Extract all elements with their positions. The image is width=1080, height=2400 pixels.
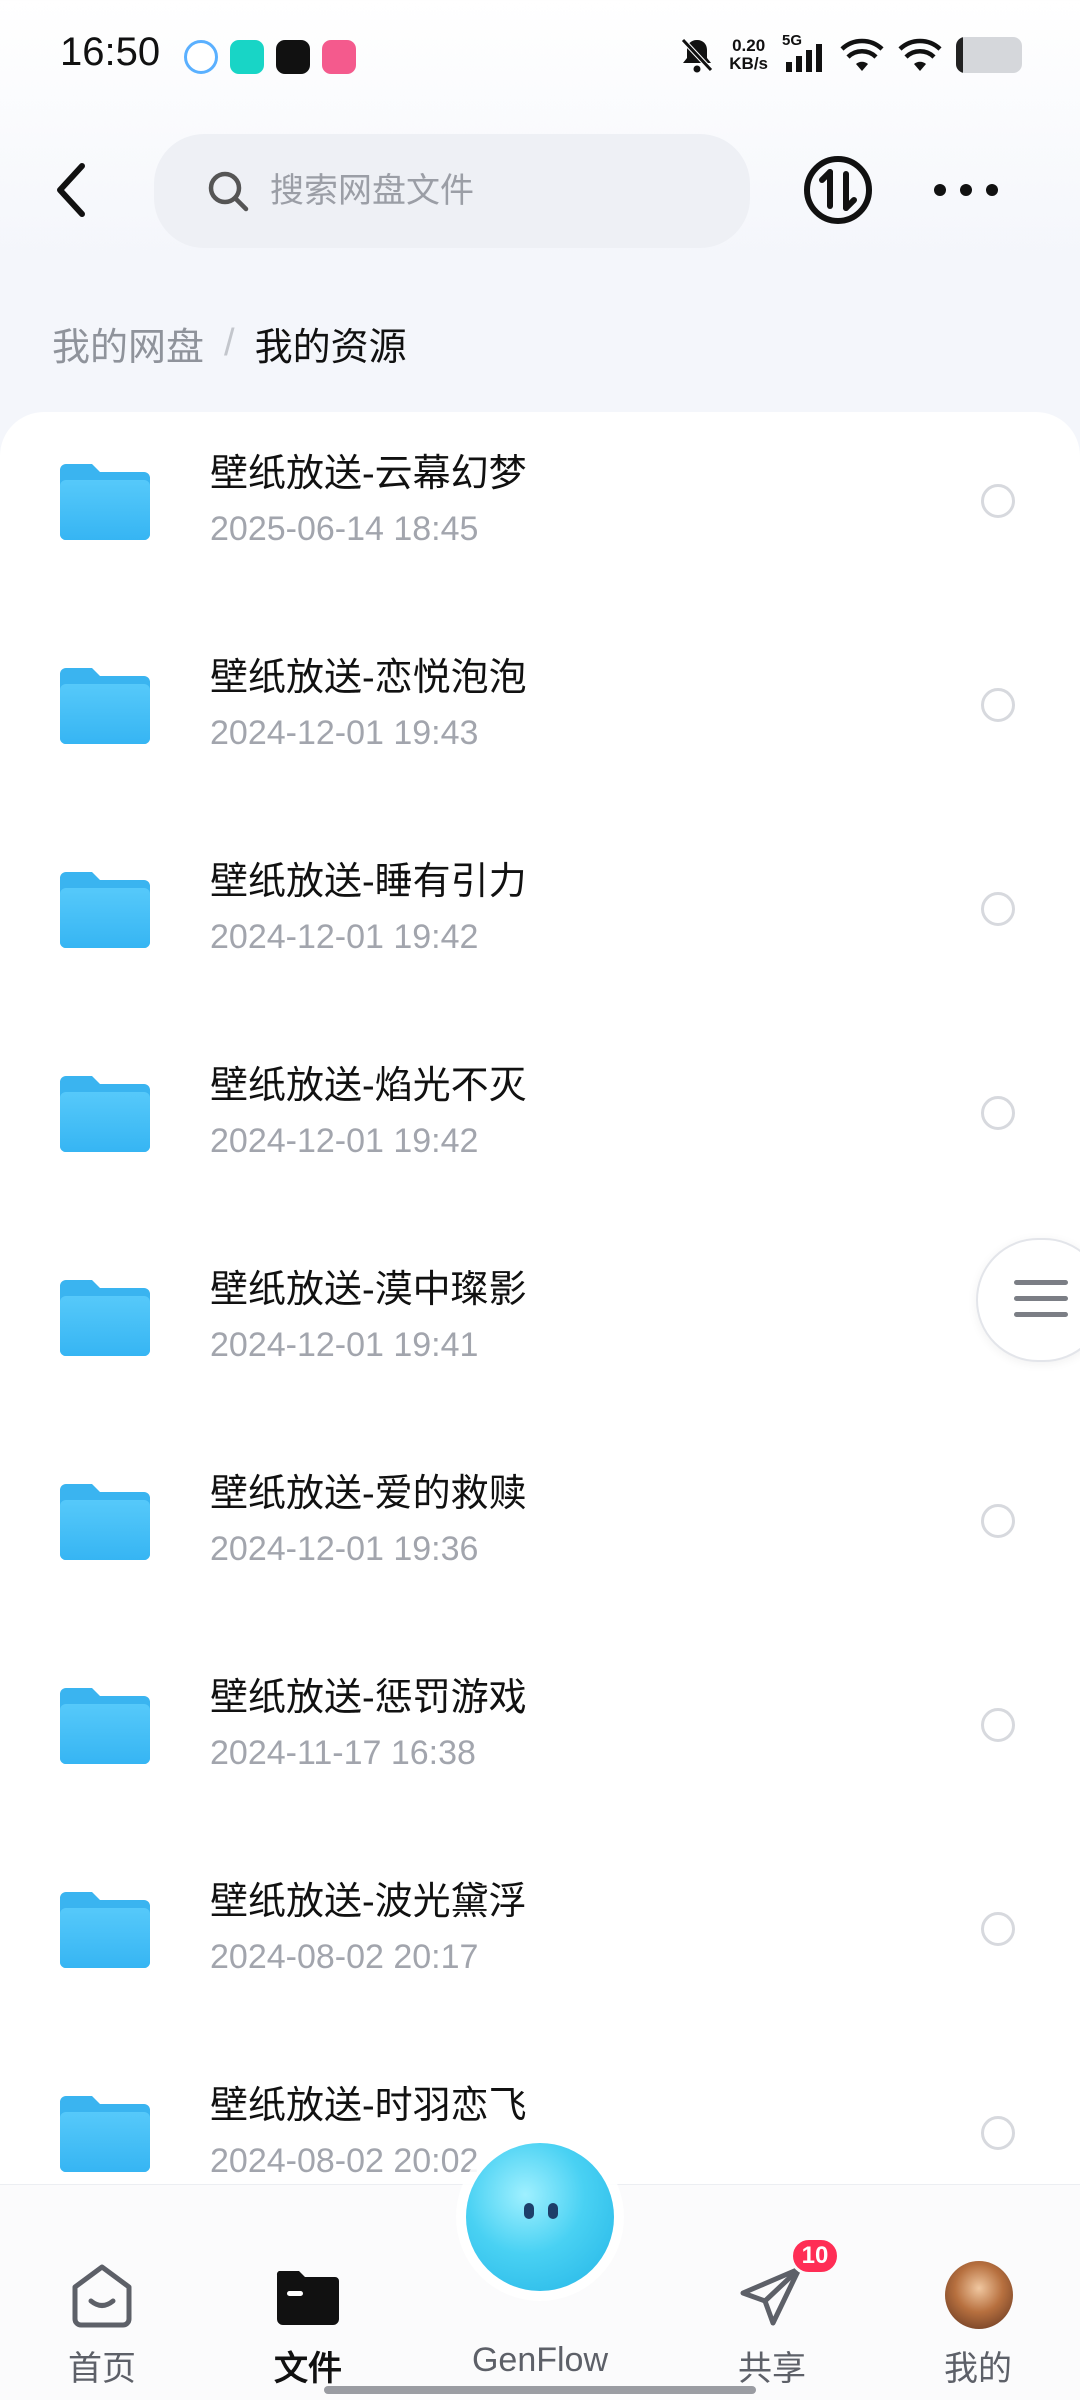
file-name: 壁纸放送-波光黛浮 xyxy=(210,1881,527,1923)
more-dot-icon xyxy=(960,184,972,196)
wifi-icon xyxy=(840,38,884,71)
folder-icon xyxy=(60,668,150,744)
notification-icons xyxy=(184,40,356,74)
bilibili-app-icon xyxy=(322,40,356,74)
select-checkbox[interactable] xyxy=(981,1096,1015,1130)
transfer-arrows-icon xyxy=(804,156,872,224)
search-box[interactable] xyxy=(154,134,750,248)
send-plane-icon xyxy=(740,2266,802,2326)
signal-icon xyxy=(786,44,822,72)
battery-icon xyxy=(956,37,1022,73)
folder-icon xyxy=(60,1076,150,1152)
share-badge: 10 xyxy=(790,2237,840,2275)
genflow-orb-icon xyxy=(466,2143,614,2291)
folder-filled-icon xyxy=(276,2271,339,2325)
nav-home-label: 首页 xyxy=(68,2350,136,2388)
battery-fill xyxy=(956,37,963,73)
network-indicator: 5G xyxy=(782,32,826,74)
file-name: 壁纸放送-云幕幻梦 xyxy=(210,453,527,495)
file-date: 2024-12-01 19:42 xyxy=(210,1122,479,1160)
status-bar: 16:50 0.20 KB/s 5G xyxy=(0,0,1080,120)
nav-genflow-label: GenFlow xyxy=(471,2341,609,2379)
file-date: 2024-11-17 16:38 xyxy=(210,1734,476,1772)
net-speed-unit: KB/s xyxy=(729,54,768,73)
file-name: 壁纸放送-漠中璨影 xyxy=(210,1269,527,1311)
file-list: 壁纸放送-云幕幻梦 2025-06-14 18:45 壁纸放送-恋悦泡泡 202… xyxy=(0,412,1080,2400)
file-name: 壁纸放送-恋悦泡泡 xyxy=(210,657,527,699)
file-date: 2024-08-02 20:17 xyxy=(210,1938,479,1976)
more-dot-icon xyxy=(934,184,946,196)
file-date: 2024-08-02 20:02 xyxy=(210,2142,479,2180)
net-speed: 0.20 KB/s xyxy=(729,37,768,73)
nav-share-label: 共享 xyxy=(738,2350,806,2388)
tiktok-app-icon xyxy=(276,40,310,74)
select-checkbox[interactable] xyxy=(981,688,1015,722)
breadcrumb: 我的网盘 / 我的资源 xyxy=(52,316,407,371)
file-row[interactable]: 壁纸放送-惩罚游戏 2024-11-17 16:38 xyxy=(0,1636,1080,1840)
file-row[interactable]: 壁纸放送-云幕幻梦 2025-06-14 18:45 xyxy=(0,412,1080,616)
nav-mine[interactable]: 我的 xyxy=(878,2185,1078,2388)
breadcrumb-separator: / xyxy=(224,322,235,364)
file-date: 2024-12-01 19:42 xyxy=(210,918,479,956)
search-icon xyxy=(208,171,249,212)
status-right: 0.20 KB/s 5G xyxy=(679,32,1022,74)
folder-icon xyxy=(60,1892,150,1968)
breadcrumb-root[interactable]: 我的网盘 xyxy=(52,316,204,371)
file-date: 2025-06-14 18:45 xyxy=(210,510,479,548)
select-checkbox[interactable] xyxy=(981,1708,1015,1742)
nav-mine-label: 我的 xyxy=(944,2350,1012,2388)
file-date: 2024-12-01 19:41 xyxy=(210,1326,479,1364)
file-row[interactable]: 壁纸放送-波光黛浮 2024-08-02 20:17 xyxy=(0,1840,1080,2044)
folder-icon xyxy=(60,464,150,540)
transfer-button[interactable] xyxy=(802,154,874,226)
file-name: 壁纸放送-爱的救赎 xyxy=(210,1473,527,1515)
select-checkbox[interactable] xyxy=(981,1504,1015,1538)
file-row[interactable]: 壁纸放送-爱的救赎 2024-12-01 19:36 xyxy=(0,1432,1080,1636)
file-name: 壁纸放送-焰光不灭 xyxy=(210,1065,527,1107)
more-dot-icon xyxy=(986,184,998,196)
menu-lines-icon xyxy=(1014,1280,1068,1328)
file-row[interactable]: 壁纸放送-睡有引力 2024-12-01 19:42 xyxy=(0,820,1080,1024)
file-row[interactable]: 壁纸放送-焰光不灭 2024-12-01 19:42 xyxy=(0,1024,1080,1228)
nav-genflow[interactable]: GenFlow xyxy=(440,2143,640,2385)
back-button[interactable] xyxy=(40,160,100,220)
chevron-left-icon xyxy=(57,163,85,217)
nav-files-label: 文件 xyxy=(274,2350,342,2388)
folder-icon xyxy=(60,1484,150,1560)
nav-files[interactable]: 文件 xyxy=(208,2185,408,2388)
home-indicator[interactable] xyxy=(324,2386,756,2394)
file-date: 2024-12-01 19:43 xyxy=(210,714,479,752)
status-time: 16:50 xyxy=(60,30,161,74)
header xyxy=(0,130,1080,250)
net-speed-value: 0.20 xyxy=(732,36,766,55)
select-checkbox[interactable] xyxy=(981,2116,1015,2150)
nav-home[interactable]: 首页 xyxy=(2,2185,202,2388)
taptap-app-icon xyxy=(230,40,264,74)
breadcrumb-current: 我的资源 xyxy=(254,327,407,369)
select-checkbox[interactable] xyxy=(981,1912,1015,1946)
file-date: 2024-12-01 19:36 xyxy=(210,1530,479,1568)
select-checkbox[interactable] xyxy=(981,892,1015,926)
wifi-icon-secondary xyxy=(898,38,942,71)
file-name: 壁纸放送-睡有引力 xyxy=(210,861,527,903)
home-icon xyxy=(72,2264,132,2328)
folder-icon xyxy=(60,2096,150,2172)
folder-icon xyxy=(60,872,150,948)
search-input[interactable] xyxy=(270,171,670,211)
mute-bell-icon xyxy=(681,38,714,73)
cloud-app-icon xyxy=(184,40,218,74)
file-name: 壁纸放送-惩罚游戏 xyxy=(210,1677,527,1719)
file-row[interactable]: 壁纸放送-漠中璨影 2024-12-01 19:41 xyxy=(0,1228,1080,1432)
folder-icon xyxy=(60,1688,150,1764)
file-row[interactable]: 壁纸放送-恋悦泡泡 2024-12-01 19:43 xyxy=(0,616,1080,820)
bottom-nav: 首页 文件 GenFlow 共享 10 我的 xyxy=(0,2143,1080,2400)
nav-share[interactable]: 共享 xyxy=(672,2185,872,2388)
folder-icon xyxy=(60,1280,150,1356)
file-name: 壁纸放送-时羽恋飞 xyxy=(210,2085,527,2127)
more-options-button[interactable] xyxy=(934,164,998,216)
select-checkbox[interactable] xyxy=(981,484,1015,518)
